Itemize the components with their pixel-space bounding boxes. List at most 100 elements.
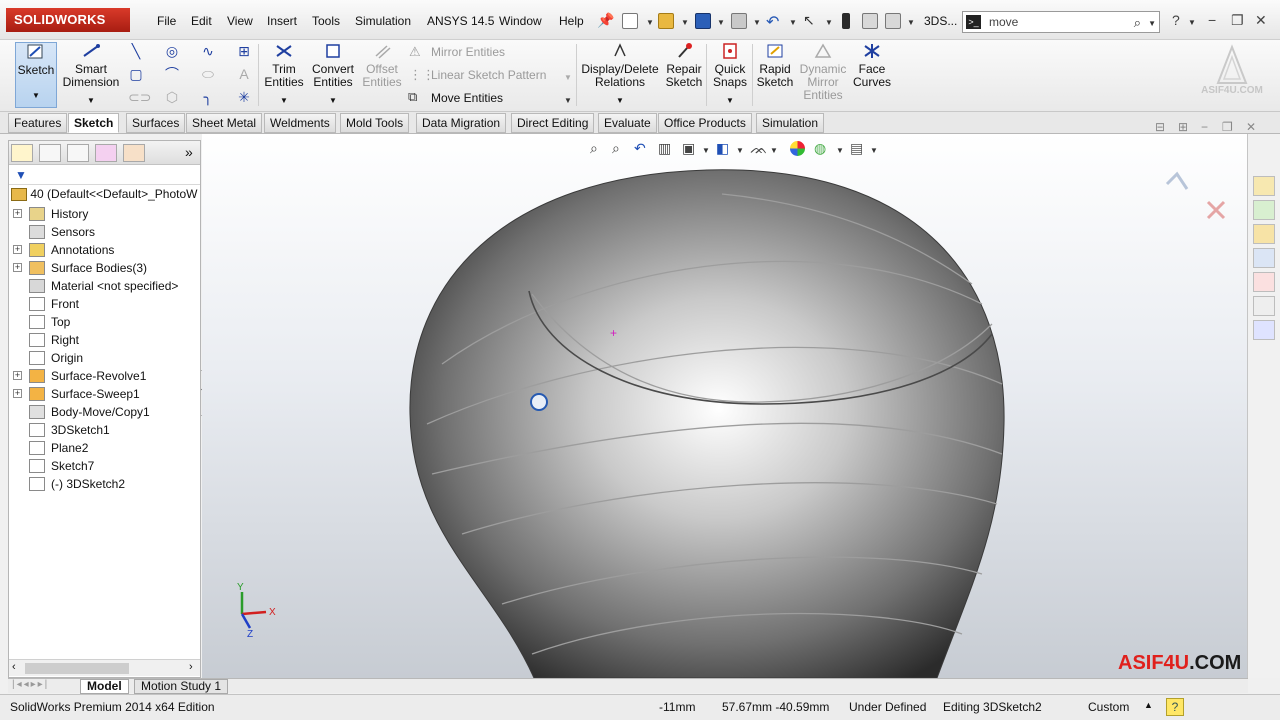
- undo-icon[interactable]: ↶: [766, 12, 779, 32]
- tab-features[interactable]: Features: [8, 113, 68, 133]
- tree-item[interactable]: Sketch7: [9, 457, 200, 475]
- menu-file[interactable]: File: [157, 14, 176, 28]
- smart-dimension-button[interactable]: Smart Dimension ▼: [61, 42, 121, 107]
- horizontal-scrollbar[interactable]: ‹ ›: [9, 659, 200, 676]
- tab-sketch[interactable]: Sketch: [68, 113, 120, 133]
- offset-entities-button[interactable]: Offset Entities: [361, 42, 403, 89]
- expand-icon[interactable]: +: [13, 389, 22, 398]
- chevron-down-icon[interactable]: ▼: [753, 18, 761, 27]
- tree-item[interactable]: Origin: [9, 349, 200, 367]
- tree-item[interactable]: Top: [9, 313, 200, 331]
- search-icon[interactable]: ⌕: [1134, 15, 1141, 31]
- text-icon[interactable]: A: [236, 66, 252, 82]
- menu-edit[interactable]: Edit: [191, 14, 212, 28]
- menu-view[interactable]: View: [227, 14, 253, 28]
- menu-window[interactable]: Window: [499, 14, 542, 28]
- line-icon[interactable]: ╲: [128, 43, 144, 59]
- chevron-down-icon[interactable]: ▼: [263, 94, 305, 107]
- view-palette-icon[interactable]: [1253, 248, 1275, 268]
- scroll-right-icon[interactable]: ›: [189, 661, 193, 673]
- tree-item[interactable]: + History: [9, 205, 200, 223]
- tree-item[interactable]: Sensors: [9, 223, 200, 241]
- tab-office-products[interactable]: Office Products: [658, 113, 752, 133]
- appearances-icon[interactable]: [1253, 272, 1275, 292]
- new-document-icon[interactable]: [622, 13, 638, 29]
- dynamic-mirror-entities-button[interactable]: Dynamic Mirror Entities: [798, 42, 848, 102]
- tree-item[interactable]: Body-Move/Copy1: [9, 403, 200, 421]
- search-input[interactable]: move: [989, 15, 1018, 29]
- file-explorer-icon[interactable]: [1253, 224, 1275, 244]
- tab-direct-editing[interactable]: Direct Editing: [511, 113, 595, 133]
- tree-item[interactable]: + Surface-Sweep1: [9, 385, 200, 403]
- pin-icon[interactable]: 📌: [597, 12, 614, 29]
- chevron-down-icon[interactable]: ▼: [564, 96, 572, 105]
- viewport-close-icon[interactable]: ✕: [1246, 120, 1256, 134]
- expand-icon[interactable]: +: [13, 263, 22, 272]
- spline-icon[interactable]: ∿: [200, 43, 216, 59]
- viewport-restore-icon[interactable]: ❐: [1222, 120, 1233, 134]
- menu-tools[interactable]: Tools: [312, 14, 340, 28]
- chevron-down-icon[interactable]: ▼: [61, 94, 121, 107]
- tab-sheet-metal[interactable]: Sheet Metal: [186, 113, 263, 133]
- minimize-button[interactable]: −: [1208, 12, 1216, 28]
- chevron-down-icon[interactable]: ▼: [646, 18, 654, 27]
- viewport-tile-icon[interactable]: ⊞: [1178, 120, 1188, 134]
- point-icon[interactable]: ✳: [236, 89, 252, 105]
- tree-item[interactable]: Plane2: [9, 439, 200, 457]
- chevron-down-icon[interactable]: ▼: [1148, 19, 1156, 28]
- feature-tree-root[interactable]: 40 (Default<<Default>_PhotoW: [11, 187, 197, 202]
- chevron-down-icon[interactable]: ▼: [1188, 18, 1196, 27]
- options-icon[interactable]: [885, 13, 901, 29]
- convert-entities-button[interactable]: Convert Entities ▼: [310, 42, 356, 107]
- tree-item[interactable]: 3DSketch1: [9, 421, 200, 439]
- scroll-left-icon[interactable]: ‹: [12, 661, 16, 673]
- tree-item[interactable]: + Surface Bodies(3): [9, 259, 200, 277]
- search-box[interactable]: >_ move ⌕ ▼: [962, 11, 1160, 33]
- chevron-down-icon[interactable]: ▼: [825, 18, 833, 27]
- chevron-down-icon[interactable]: ▼: [564, 73, 572, 82]
- mirror-entities-button[interactable]: Mirror Entities: [431, 45, 505, 59]
- chevron-down-icon[interactable]: ▼: [681, 18, 689, 27]
- scrollbar-thumb[interactable]: [25, 663, 129, 674]
- chevron-down-icon[interactable]: ▼: [789, 18, 797, 27]
- file-properties-icon[interactable]: [862, 13, 878, 29]
- rebuild-traffic-light-icon[interactable]: [842, 13, 850, 29]
- viewport-split-icon[interactable]: ⊟: [1155, 120, 1165, 134]
- feature-tree-tab-icon[interactable]: [11, 144, 33, 162]
- tab-simulation[interactable]: Simulation: [756, 113, 825, 133]
- tab-mold-tools[interactable]: Mold Tools: [340, 113, 410, 133]
- tab-weldments[interactable]: Weldments: [264, 113, 336, 133]
- polygon-icon[interactable]: ⬡: [164, 89, 180, 105]
- tab-navigation-arrows[interactable]: |◂◂▸▸|: [12, 679, 49, 690]
- tab-data-migration[interactable]: Data Migration: [416, 113, 507, 133]
- slot-icon[interactable]: ⊂⊃: [128, 89, 151, 105]
- select-cursor-icon[interactable]: ↖: [803, 12, 815, 29]
- open-folder-icon[interactable]: [658, 13, 674, 29]
- point-grid-icon[interactable]: ⊞: [236, 43, 252, 59]
- rapid-sketch-button[interactable]: Rapid Sketch: [756, 42, 794, 89]
- rectangle-icon[interactable]: ▢: [128, 66, 144, 82]
- menu-ansys[interactable]: ANSYS 14.5: [427, 14, 494, 28]
- tab-evaluate[interactable]: Evaluate: [598, 113, 657, 133]
- fillet-icon[interactable]: ╮: [200, 89, 216, 105]
- graphics-area[interactable]: ⌕ ⌕ ↶ ▥ ▣ ▼ ◧ ▼ ᨏ ▼ ◍ ▼ ▤ ▼ + Y X Z ASIF…: [202, 134, 1247, 678]
- chevron-up-icon[interactable]: ▲: [1144, 700, 1153, 710]
- display-delete-relations-button[interactable]: Display/Delete Relations ▼: [581, 42, 659, 107]
- menu-insert[interactable]: Insert: [267, 14, 297, 28]
- move-entities-button[interactable]: Move Entities: [431, 91, 503, 105]
- chevron-down-icon[interactable]: ▼: [907, 18, 915, 27]
- chevron-down-icon[interactable]: ▼: [717, 18, 725, 27]
- linear-sketch-pattern-button[interactable]: Linear Sketch Pattern: [431, 68, 546, 82]
- unit-system[interactable]: Custom: [1088, 700, 1129, 714]
- circle-icon[interactable]: ◎: [164, 43, 180, 59]
- solidworks-forum-icon[interactable]: [1253, 320, 1275, 340]
- chevron-down-icon[interactable]: ▼: [710, 94, 750, 107]
- arc-icon[interactable]: ⌒: [164, 66, 180, 82]
- save-icon[interactable]: [695, 13, 711, 29]
- tree-item[interactable]: (-) 3DSketch2: [9, 475, 200, 493]
- ellipse-icon[interactable]: ⬭: [200, 66, 216, 82]
- chevron-right-icon[interactable]: »: [185, 144, 193, 160]
- face-curves-button[interactable]: Face Curves: [852, 42, 892, 89]
- help-icon[interactable]: ?: [1172, 12, 1180, 28]
- trim-entities-button[interactable]: Trim Entities ▼: [263, 42, 305, 107]
